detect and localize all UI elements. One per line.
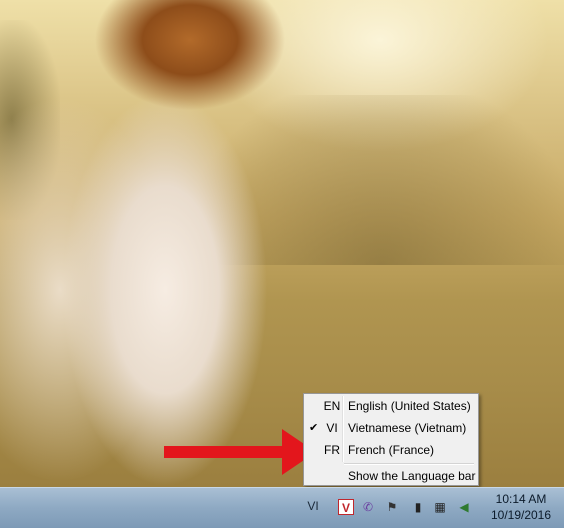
clock-date: 10/19/2016: [490, 508, 552, 522]
language-label: English (United States): [348, 399, 471, 413]
language-label: French (France): [348, 443, 435, 457]
menu-item-show-language-bar[interactable]: Show the Language bar: [306, 465, 476, 487]
desktop-wallpaper: [0, 0, 564, 487]
clock-time: 10:14 AM: [495, 492, 547, 506]
menu-item-french[interactable]: FR French (France): [306, 439, 476, 461]
wallpaper-figure-hair: [95, 0, 285, 130]
language-code: EN: [323, 399, 341, 413]
language-indicator[interactable]: VI: [302, 499, 324, 513]
language-label: Vietnamese (Vietnam): [348, 421, 467, 435]
language-context-menu: EN English (United States) ✔ VI Vietname…: [303, 393, 479, 486]
volume-icon[interactable]: ◀: [456, 499, 472, 515]
viber-icon[interactable]: ✆: [360, 499, 376, 515]
menu-item-english[interactable]: EN English (United States): [306, 395, 476, 417]
v-app-icon[interactable]: V: [338, 499, 354, 515]
annotation-arrow-shaft: [164, 446, 284, 458]
battery-icon[interactable]: ▮: [410, 499, 426, 515]
checkmark-icon: ✔: [309, 422, 319, 434]
language-code: FR: [324, 443, 340, 457]
taskbar-clock[interactable]: 10:14 AM 10/19/2016: [480, 491, 562, 525]
menu-item-vietnamese[interactable]: ✔ VI Vietnamese (Vietnam): [306, 417, 476, 439]
action-center-flag-icon[interactable]: ⚑: [384, 499, 400, 515]
network-icon[interactable]: ▦: [432, 499, 448, 515]
show-language-bar-label: Show the Language bar: [348, 469, 476, 483]
language-code: VI: [326, 421, 338, 435]
